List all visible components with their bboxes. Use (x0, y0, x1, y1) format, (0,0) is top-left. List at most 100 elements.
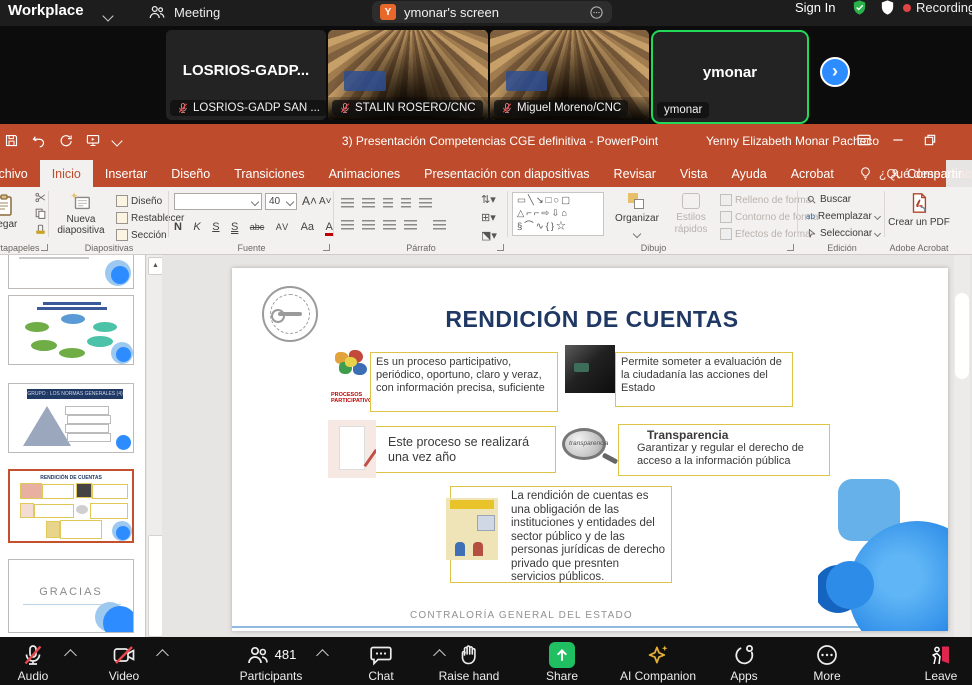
shrink-font-button[interactable]: A˅ (319, 196, 332, 207)
tab-diseno[interactable]: Diseño (159, 160, 222, 187)
replace-button[interactable]: ab Reemplazar (806, 211, 880, 222)
scroll-up-button[interactable]: ▲ (148, 257, 163, 275)
dialog-launcher-icon[interactable] (323, 244, 330, 251)
format-painter-icon[interactable] (34, 223, 47, 236)
more-options-icon[interactable] (589, 5, 604, 20)
thumbnail-scrollbar[interactable]: ▲ (147, 255, 162, 637)
dialog-launcher-icon[interactable] (787, 244, 794, 251)
shapes-gallery[interactable]: ▭╲↘□○▢ △⌐⌐⇨⇩⌂ §⌒∿{}☆ (512, 192, 604, 236)
scrollbar-thumb[interactable] (148, 535, 163, 637)
customize-qat-icon[interactable] (111, 135, 122, 146)
text-direction-button[interactable]: ⇅▾ (481, 193, 496, 206)
encryption-shield-icon[interactable] (851, 0, 868, 16)
video-options-chevron[interactable] (156, 649, 169, 662)
video-button[interactable]: Video (96, 642, 152, 683)
participants-button[interactable]: 481 Participants (226, 642, 316, 683)
share-screen-button[interactable]: Share (530, 642, 594, 683)
copy-icon[interactable] (34, 207, 47, 220)
section-button[interactable]: Sección (116, 229, 167, 241)
tab-vista[interactable]: Vista (668, 160, 720, 187)
change-case-button[interactable]: Aa (301, 221, 314, 233)
transparency-textbox[interactable]: Transparencia Garantizar y regular el de… (618, 424, 830, 476)
find-button[interactable]: Buscar (806, 194, 851, 205)
ppt-share-button[interactable]: Compartir (878, 160, 972, 187)
align-center-button[interactable] (362, 220, 375, 230)
tab-animaciones[interactable]: Animaciones (317, 160, 413, 187)
tab-archivo[interactable]: Archivo (0, 160, 40, 187)
audio-button[interactable]: Audio (6, 642, 60, 683)
start-slideshow-icon[interactable] (85, 133, 101, 148)
redo-icon[interactable] (58, 133, 73, 148)
cut-icon[interactable] (34, 191, 47, 204)
video-tile-stalin[interactable]: STALIN ROSERO/CNC (328, 30, 488, 120)
sign-in-button[interactable]: Sign In (795, 0, 835, 15)
align-left-button[interactable] (341, 220, 354, 230)
scrollbar-thumb[interactable] (955, 293, 969, 379)
numbering-button[interactable] (362, 198, 375, 208)
apps-button[interactable]: Apps (716, 642, 772, 683)
evaluation-photo[interactable] (565, 345, 615, 393)
slide-pane-scrollbar[interactable] (954, 255, 970, 637)
tab-acrobat[interactable]: Acrobat (779, 160, 846, 187)
line-spacing-button[interactable] (419, 198, 432, 208)
align-right-button[interactable] (383, 220, 396, 230)
decrease-indent-button[interactable] (383, 198, 393, 208)
font-color-button[interactable]: A (325, 221, 332, 236)
arrange-button[interactable]: Organizar (610, 193, 664, 242)
increase-indent-button[interactable] (401, 198, 411, 208)
chevron-down-icon[interactable] (104, 7, 112, 25)
bold-button[interactable]: N (174, 221, 182, 233)
font-name-combobox[interactable] (174, 193, 262, 210)
workspace-menu[interactable]: Workplace (8, 2, 84, 19)
minimize-button[interactable] (890, 132, 906, 148)
slide-thumbnail-5[interactable]: GRACIAS (8, 559, 134, 633)
create-pdf-button[interactable]: Crear un PDF (886, 217, 952, 229)
leave-button[interactable]: Leave (912, 642, 970, 683)
slide-thumbnail-1[interactable] (8, 255, 134, 289)
definition-textbox[interactable]: Es un proceso participativo, periódico, … (370, 352, 558, 412)
strikethrough-button[interactable]: abc (250, 222, 265, 232)
chat-button[interactable]: Chat (352, 642, 410, 683)
tab-transiciones[interactable]: Transiciones (222, 160, 316, 187)
columns-button[interactable] (433, 220, 446, 230)
slide-thumbnail-3[interactable]: GRUPO : LOS NORMAS GENERALES (4) (8, 383, 134, 453)
next-participants-button[interactable]: › (820, 57, 850, 87)
slide-title[interactable]: RENDICIÓN DE CUENTAS (382, 306, 802, 333)
layout-button[interactable]: Diseño (116, 195, 162, 207)
dialog-launcher-icon[interactable] (41, 244, 48, 251)
character-spacing-button[interactable]: AV (276, 222, 289, 232)
video-tile-losrios[interactable]: LOSRIOS-GADP... LOSRIOS-GADP SAN ... (166, 30, 326, 120)
align-text-button[interactable]: ⊞▾ (481, 211, 496, 224)
tab-ayuda[interactable]: Ayuda (720, 160, 779, 187)
dialog-launcher-icon[interactable] (497, 244, 504, 251)
slide-thumbnail-2[interactable] (8, 295, 134, 365)
tab-insertar[interactable]: Insertar (93, 160, 159, 187)
tab-revisar[interactable]: Revisar (602, 160, 668, 187)
shield-icon[interactable] (879, 0, 896, 16)
tab-inicio[interactable]: Inicio (40, 160, 93, 187)
audio-options-chevron[interactable] (64, 649, 77, 662)
italic-button[interactable]: K (193, 221, 200, 233)
video-tile-miguel[interactable]: Miguel Moreno/CNC (490, 30, 649, 120)
tab-meeting[interactable]: Meeting (148, 3, 220, 21)
tab-presentacion[interactable]: Presentación con diapositivas (412, 160, 601, 187)
slide-editor[interactable]: RENDICIÓN DE CUENTAS PROCESOS PARTICIPAT… (232, 268, 948, 631)
smartart-button[interactable]: ⬔▾ (481, 229, 497, 242)
participatory-process-image[interactable]: PROCESOS PARTICIPATIVOS (331, 348, 375, 406)
ai-companion-button[interactable]: AI Companion (608, 642, 708, 683)
grow-font-button[interactable]: A˄ (302, 194, 317, 208)
select-button[interactable]: Seleccionar (806, 228, 880, 239)
ribbon-display-options-icon[interactable] (856, 132, 872, 148)
restore-button[interactable] (922, 132, 938, 148)
slide-thumbnail-4-selected[interactable]: RENDICIÓN DE CUENTAS (8, 469, 134, 543)
video-tile-ymonar-active-speaker[interactable]: ymonar ymonar (651, 30, 809, 124)
justify-button[interactable] (404, 220, 417, 230)
transparency-magnifier-image[interactable]: transparencia (558, 426, 618, 470)
paste-button[interactable]: Pegar (0, 219, 30, 230)
undo-icon[interactable] (31, 133, 46, 148)
quick-styles-button[interactable]: Estilos rápidos (668, 193, 714, 235)
font-size-combobox[interactable]: 40 (265, 193, 297, 210)
new-slide-button[interactable]: Nueva diapositiva (50, 214, 112, 236)
accountability-cartoon[interactable] (446, 498, 498, 560)
raise-hand-button[interactable]: Raise hand (428, 642, 510, 683)
